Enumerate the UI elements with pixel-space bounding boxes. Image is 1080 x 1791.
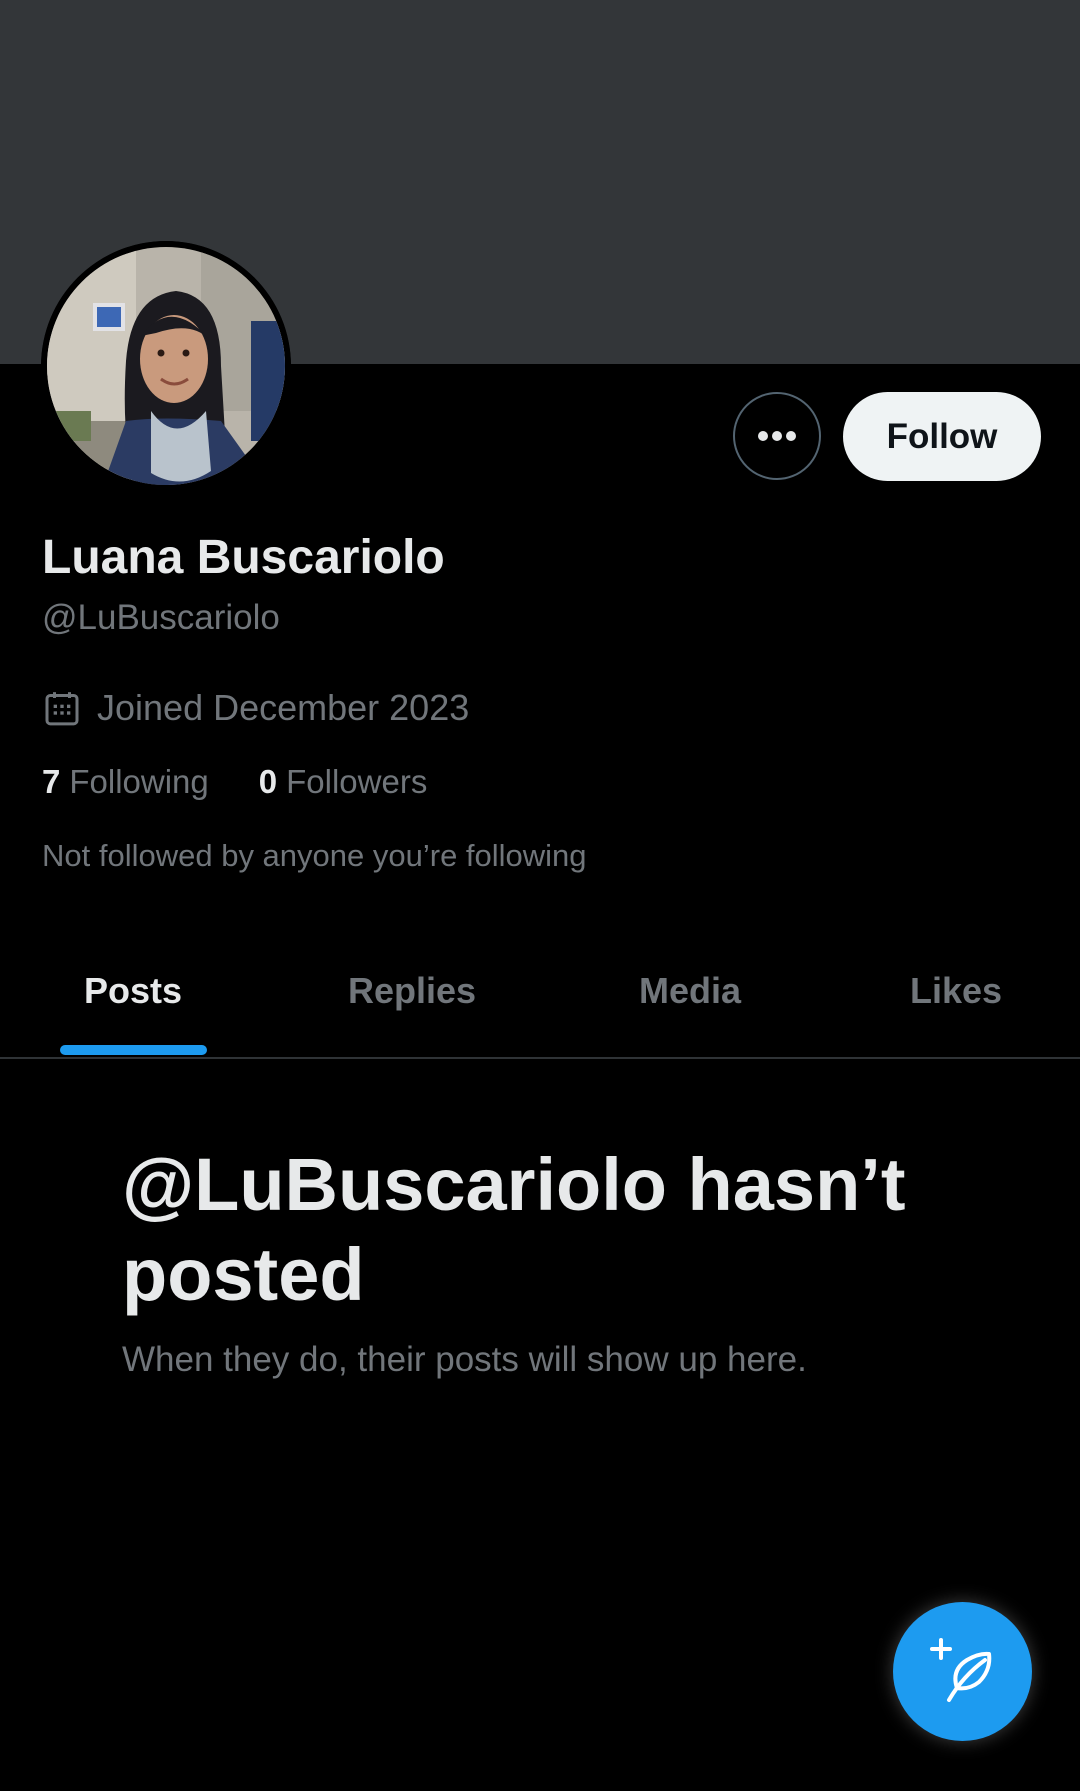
empty-state-subtitle: When they do, their posts will show up h… bbox=[122, 1340, 807, 1379]
followers-label: Followers bbox=[286, 763, 428, 800]
profile-display-name: Luana Buscariolo bbox=[42, 531, 445, 584]
followers-count: 0 bbox=[258, 763, 278, 800]
follow-button[interactable]: Follow bbox=[843, 392, 1041, 481]
compose-post-icon bbox=[929, 1637, 991, 1702]
tab-media[interactable]: Media bbox=[639, 970, 741, 1012]
tab-likes[interactable]: Likes bbox=[910, 970, 1002, 1012]
more-options-button[interactable] bbox=[733, 392, 821, 480]
followers-link[interactable]: 0 Followers bbox=[259, 763, 428, 801]
tab-posts[interactable]: Posts bbox=[84, 970, 182, 1012]
joined-date: Joined December 2023 bbox=[42, 686, 469, 730]
avatar-photo bbox=[41, 241, 291, 491]
profile-tabs: Posts Replies Media Likes bbox=[0, 950, 1080, 1059]
following-link[interactable]: 7 Following bbox=[42, 763, 209, 801]
profile-handle: @LuBuscariolo bbox=[42, 598, 280, 637]
joined-text: Joined December 2023 bbox=[97, 687, 470, 728]
following-count: 7 bbox=[42, 763, 61, 800]
following-label: Following bbox=[69, 763, 209, 800]
calendar-icon bbox=[45, 692, 79, 726]
profile-avatar[interactable] bbox=[41, 241, 291, 491]
compose-post-button[interactable] bbox=[893, 1602, 1032, 1741]
not-followed-notice: Not followed by anyone you’re following bbox=[42, 838, 587, 873]
tab-replies[interactable]: Replies bbox=[348, 970, 476, 1012]
more-icon bbox=[758, 431, 796, 441]
profile-stats: 7 Following 0 Followers bbox=[42, 763, 427, 801]
active-tab-indicator bbox=[60, 1045, 207, 1055]
empty-state-title: @LuBuscariolo hasn’t posted bbox=[122, 1143, 906, 1316]
